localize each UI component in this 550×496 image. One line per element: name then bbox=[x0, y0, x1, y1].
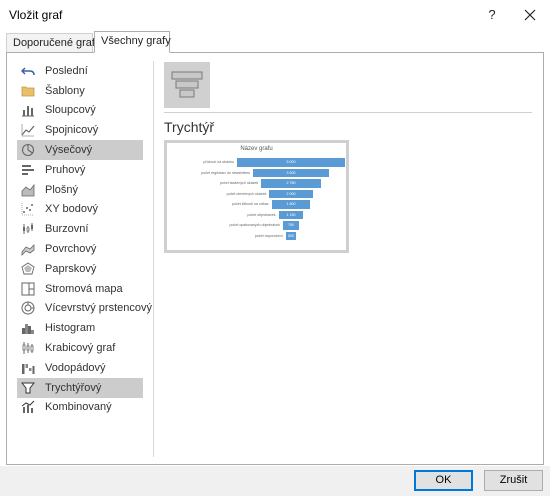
sidebar-item[interactable]: Vodopádový bbox=[17, 358, 143, 378]
funnel-category-label: příchozí na stránku bbox=[203, 160, 234, 164]
funnel-value-label: 2 750 bbox=[286, 181, 296, 185]
funnel-value-label: 5 000 bbox=[286, 160, 296, 164]
tab-all-charts[interactable]: Všechny grafy bbox=[94, 31, 171, 53]
sidebar-item[interactable]: Poslední bbox=[17, 61, 143, 81]
treemap-icon bbox=[21, 282, 35, 296]
sidebar-item[interactable]: Sloupcový bbox=[17, 101, 143, 121]
sidebar-item-label: Trychtýřový bbox=[45, 381, 102, 394]
sidebar-item-label: Histogram bbox=[45, 322, 96, 335]
title-bar: Vložit graf ? bbox=[0, 0, 550, 30]
funnel-category-label: počet kliknutí na odkaz bbox=[231, 202, 269, 206]
divider bbox=[153, 61, 154, 457]
chart-title: Název grafu bbox=[240, 146, 273, 152]
sidebar-item-label: Výsečový bbox=[45, 144, 93, 157]
funnel-value-label: 750 bbox=[288, 223, 294, 227]
sidebar-item[interactable]: Stromová mapa bbox=[17, 279, 143, 299]
funnel-subtype-thumbnail[interactable] bbox=[164, 62, 210, 108]
funnel-category-label: počet opakovaných objednávek bbox=[229, 223, 280, 227]
scatter-chart-icon bbox=[21, 202, 35, 216]
tab-recommended-charts[interactable]: Doporučené grafy bbox=[6, 33, 100, 53]
funnel-icon bbox=[20, 381, 36, 395]
sidebar-item[interactable]: XY bodový bbox=[17, 200, 143, 220]
sidebar-item[interactable]: Výsečový bbox=[17, 140, 143, 160]
funnel-category-label: počet objednávek bbox=[247, 212, 276, 217]
histogram-icon bbox=[21, 321, 35, 335]
funnel-value-label: 2 000 bbox=[286, 191, 296, 196]
radar-chart-icon bbox=[21, 262, 35, 276]
sidebar-item-label: Šablony bbox=[45, 84, 85, 97]
sidebar-item-label: Spojnicový bbox=[45, 124, 99, 137]
funnel-category-label: počet doporučení bbox=[254, 233, 283, 238]
column-chart-icon bbox=[21, 103, 35, 117]
sidebar-item[interactable]: Krabicový graf bbox=[17, 338, 143, 358]
sidebar-item[interactable]: Povrchový bbox=[17, 239, 143, 259]
funnel-category-label: počet registrací do newsletteru bbox=[201, 170, 251, 175]
chart-preview[interactable]: Název grafu 5 000 příchozí na stránku 3 50… bbox=[164, 140, 349, 253]
sidebar-item[interactable]: Kombinovaný bbox=[17, 398, 143, 418]
sidebar-item[interactable]: Spojnicový bbox=[17, 120, 143, 140]
combo-chart-icon bbox=[21, 400, 35, 414]
undo-arrow-icon bbox=[20, 64, 35, 78]
close-button[interactable] bbox=[516, 3, 544, 27]
divider bbox=[164, 112, 532, 113]
waterfall-icon bbox=[21, 361, 35, 375]
stock-chart-icon bbox=[21, 222, 35, 236]
folder-icon bbox=[21, 84, 35, 98]
all-charts-panel: Poslední Šablony Sloupcový Spojnicový Výsečo… bbox=[6, 52, 544, 465]
sidebar-item-label: Povrchový bbox=[45, 243, 97, 256]
funnel-value-label: 1 800 bbox=[286, 202, 296, 206]
sidebar-item-label: Vícevrstvý prstencový bbox=[45, 302, 152, 315]
sidebar-item[interactable]: Burzovní bbox=[17, 219, 143, 239]
sidebar-item-label: Krabicový graf bbox=[45, 342, 116, 355]
bar-chart-icon bbox=[21, 163, 35, 177]
help-button[interactable]: ? bbox=[480, 3, 504, 27]
chart-type-heading: Trychtýř bbox=[164, 119, 215, 135]
area-chart-icon bbox=[21, 183, 35, 197]
ok-button[interactable]: OK bbox=[414, 470, 473, 491]
funnel-thumbnail-icon bbox=[171, 71, 203, 98]
sidebar-item-label: Stromová mapa bbox=[45, 282, 123, 295]
sidebar-item[interactable]: Histogram bbox=[17, 318, 143, 338]
sidebar-item[interactable]: Pruhový bbox=[17, 160, 143, 180]
sidebar-item-label: Burzovní bbox=[45, 223, 89, 236]
sunburst-icon bbox=[21, 301, 35, 315]
funnel-value-label: 1 150 bbox=[286, 212, 296, 217]
sidebar-item-label: Poslední bbox=[45, 64, 88, 77]
box-whisker-icon bbox=[21, 341, 35, 355]
funnel-category-label: počet otevřených ukázek bbox=[226, 191, 267, 196]
sidebar-item[interactable]: Trychtýřový bbox=[17, 377, 143, 398]
sidebar-item-label: XY bodový bbox=[45, 203, 99, 216]
sidebar-item-label: Plošný bbox=[45, 183, 79, 196]
pie-chart-icon bbox=[21, 143, 35, 157]
sidebar-item[interactable]: Vícevrstvý prstencový bbox=[17, 299, 152, 319]
sidebar-item[interactable]: Paprskový bbox=[17, 259, 143, 279]
sidebar-item-label: Pruhový bbox=[45, 163, 86, 176]
sidebar-item-label: Sloupcový bbox=[45, 104, 96, 117]
cancel-button[interactable]: Zrušit bbox=[484, 470, 543, 491]
funnel-value-label: 3 500 bbox=[286, 170, 296, 175]
sidebar-item[interactable]: Šablony bbox=[17, 81, 143, 101]
surface-chart-icon bbox=[21, 242, 35, 257]
sidebar-item-label: Kombinovaný bbox=[45, 401, 112, 414]
sidebar-item-label: Vodopádový bbox=[45, 361, 106, 374]
dialog-footer: OK Zrušit bbox=[0, 466, 550, 496]
sidebar-item-label: Paprskový bbox=[45, 262, 97, 275]
funnel-category-label: počet stažených ukázek bbox=[219, 181, 259, 185]
close-icon bbox=[524, 9, 536, 21]
sidebar-item[interactable]: Plošný bbox=[17, 180, 143, 200]
line-chart-icon bbox=[21, 123, 35, 137]
window-title: Vložit graf bbox=[9, 8, 63, 22]
chart-type-list: Poslední Šablony Sloupcový Spojnicový Výsečo… bbox=[17, 61, 152, 418]
